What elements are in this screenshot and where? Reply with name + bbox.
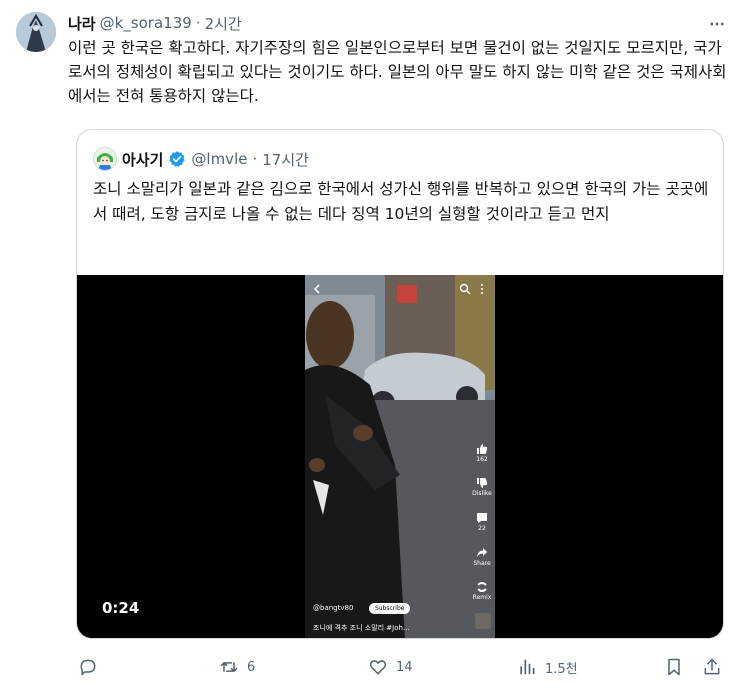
more-options-icon[interactable] [706,13,728,35]
views-button[interactable]: 1.5천 [517,652,578,682]
share-arrow-icon [477,548,487,557]
bookmark-button[interactable] [664,652,684,682]
quoted-tweet[interactable]: 아사기 @lmvle · 17시간 조니 소말리가 일본과 같은 김으로 한국에… [76,129,724,639]
video-comment-button[interactable]: 22 [471,512,493,532]
video-remix-button[interactable]: Remix [471,581,493,601]
tweet-text: 이런 곳 한국은 확고하다. 자기주장의 힘은 일본인으로부터 보면 물건이 없… [68,39,727,105]
reply-icon [80,659,96,676]
kebab-icon[interactable] [479,283,485,295]
thumbs-up-icon [477,444,488,454]
remix-icon [477,582,487,592]
author-name[interactable]: 나라 [68,13,96,34]
verified-badge-icon [169,151,186,167]
video-remix-label: Remix [472,594,492,601]
share-icon [704,658,720,675]
video-scene [305,275,495,638]
video-share-button[interactable]: Share [471,547,493,567]
quoted-avatar [93,147,117,171]
quoted-author-handle: @lmvle [191,150,248,168]
author-handle[interactable]: @k_sora139 [100,14,192,32]
like-button[interactable]: 14 [368,652,413,682]
retweet-button[interactable]: 6 [219,652,255,682]
video-share-label: Share [473,560,491,567]
video-like-button[interactable]: 162 [471,443,493,463]
retweet-icon [220,662,238,672]
like-count: 14 [396,659,413,675]
tweet-header: 나라 @k_sora139 · 2시간 [68,12,242,34]
quoted-separator-dot: · [252,150,258,168]
author-avatar[interactable] [16,12,56,52]
share-button[interactable] [702,652,722,682]
quoted-time: 17시간 [262,150,309,169]
thumbs-down-icon [477,478,488,488]
search-icon[interactable] [459,283,471,295]
tweet-time[interactable]: 2시간 [205,13,242,34]
video-player[interactable]: 162 Dislike 22 Share Remix @bangtv80 Sub… [77,275,723,638]
video-like-count: 162 [476,456,488,463]
video-caption: 조니에 격추 조니 소말리 #Joh... [313,624,410,632]
video-dislike-label: Dislike [472,490,492,497]
video-frame: 162 Dislike 22 Share Remix @bangtv80 Sub… [305,275,495,638]
quoted-text: 조니 소말리가 일본과 같은 김으로 한국에서 성가신 행위를 반복하고 있으면… [93,180,709,223]
tweet-actions: 6 14 1.5천 [68,652,728,682]
comment-icon [477,513,487,523]
video-sound-thumbnail[interactable] [475,613,491,629]
quoted-header: 아사기 @lmvle · 17시간 [93,147,309,171]
reply-button[interactable] [78,652,106,682]
analytics-icon [520,659,535,675]
bookmark-icon [668,658,680,676]
video-subscribe-button[interactable]: Subscribe [369,603,411,614]
retweet-count: 6 [247,659,256,675]
heart-icon [369,660,387,675]
video-channel-name[interactable]: @bangtv80 [313,604,353,612]
views-count: 1.5천 [545,661,578,677]
video-duration: 0:24 [102,599,140,617]
back-icon[interactable] [311,283,323,295]
video-dislike-button[interactable]: Dislike [471,477,493,497]
quoted-author-name: 아사기 [122,150,164,169]
separator-dot: · [195,14,201,32]
video-comment-count: 22 [478,525,486,532]
